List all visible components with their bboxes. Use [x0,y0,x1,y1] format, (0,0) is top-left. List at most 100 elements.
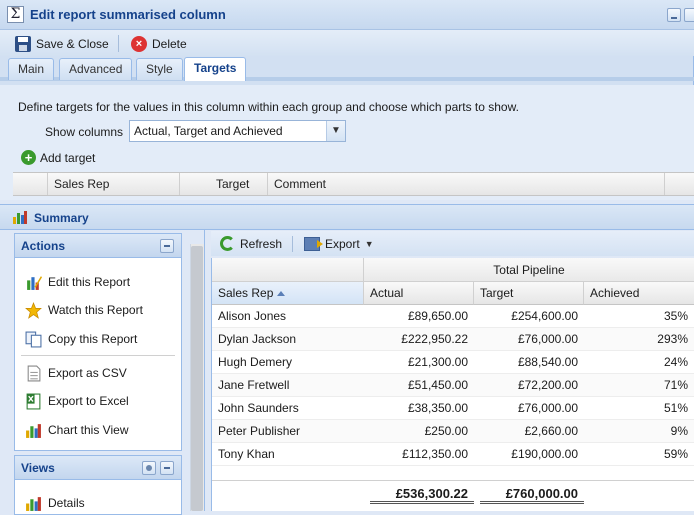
tab-main[interactable]: Main [8,58,55,80]
tab-style[interactable]: Style [136,58,183,80]
dialog-titlebar[interactable]: Σ Edit report summarised column [0,0,694,30]
save-disk-icon [15,35,31,52]
collapse-icon[interactable] [160,461,174,475]
cell-target: £76,000.00 [517,401,578,415]
star-icon [25,301,42,319]
report-grid: Total Pipeline Sales Rep Actual Target A… [211,258,694,511]
targets-col-sales-rep[interactable]: Sales Rep [48,173,180,195]
cell-achieved: 35% [663,309,688,323]
export-button[interactable]: Export ▼ [301,233,377,254]
views-panel: Views Details [14,455,182,515]
chart-icon [26,423,41,438]
copy-icon [25,331,42,347]
targets-grid-header: Sales Rep Target Comment [13,172,694,196]
show-columns-value: Actual, Target and Achieved [134,124,283,138]
gear-icon[interactable] [142,461,156,475]
cell-actual: £222,950.22 [401,332,468,346]
cell-target: £72,200.00 [517,378,578,392]
cell-sales-rep: Peter Publisher [218,424,301,438]
cell-achieved: 71% [663,378,688,392]
cell-target: £88,540.00 [517,355,578,369]
toolbar-separator [118,35,119,52]
sidebar-scroll-thumb[interactable] [191,246,203,511]
add-target-button[interactable]: + Add target [21,150,95,165]
refresh-button[interactable]: Refresh [217,233,285,254]
delete-button[interactable]: × Delete [128,33,190,54]
collapse-icon[interactable] [160,239,174,253]
cell-target: £76,000.00 [517,332,578,346]
action-copy-report[interactable]: Copy this Report [25,329,137,349]
cell-actual: £51,450.00 [407,378,468,392]
group-header-total-pipeline: Total Pipeline [364,258,694,282]
save-close-label: Save & Close [36,36,109,51]
targets-col-target[interactable]: Target [180,173,268,195]
grid-toolbar: Refresh Export ▼ [211,231,694,256]
view-details[interactable]: Details [25,493,85,513]
actions-panel: Actions Edit this Report Watch this Repo… [14,233,182,451]
action-label: Edit this Report [48,275,131,289]
table-row[interactable]: Hugh Demery £21,300.00 £88,540.00 24% [212,351,694,374]
cell-sales-rep: Jane Fretwell [218,378,290,392]
column-header-target[interactable]: Target [474,282,584,305]
cell-sales-rep: Hugh Demery [218,355,293,369]
action-label: Watch this Report [48,303,143,317]
cell-actual: £112,350.00 [402,447,468,461]
add-icon: + [21,150,36,165]
targets-description: Define targets for the values in this co… [18,100,519,114]
table-row[interactable]: John Saunders £38,350.00 £76,000.00 51% [212,397,694,420]
action-edit-report[interactable]: Edit this Report [25,272,130,292]
table-row[interactable]: Peter Publisher £250.00 £2,660.00 9% [212,420,694,443]
targets-col-comment[interactable]: Comment [268,173,665,195]
column-header-sales-rep[interactable]: Sales Rep [212,282,364,305]
views-title: Views [21,461,55,475]
table-row[interactable]: Jane Fretwell £51,450.00 £72,200.00 71% [212,374,694,397]
actions-panel-header[interactable]: Actions [15,234,181,258]
action-export-excel[interactable]: Export to Excel [25,391,129,411]
close-icon[interactable] [684,8,694,22]
cell-sales-rep: Tony Khan [218,447,275,461]
table-row[interactable]: Tony Khan £112,350.00 £190,000.00 59% [212,443,694,466]
group-header-spacer [212,258,364,282]
chevron-down-icon: ▼ [364,238,374,249]
totals-row: £536,300.22 £760,000.00 [212,480,694,506]
action-watch-report[interactable]: Watch this Report [25,300,143,320]
edit-report-icon [27,275,42,290]
tab-targets[interactable]: Targets [184,57,247,81]
delete-label: Delete [152,36,187,51]
action-label: Export to Excel [48,394,129,408]
minimize-icon[interactable] [667,8,681,22]
total-target: £760,000.00 [480,484,584,504]
table-row[interactable]: Dylan Jackson £222,950.22 £76,000.00 293… [212,328,694,351]
cell-sales-rep: Alison Jones [218,309,287,323]
save-close-button[interactable]: Save & Close [12,33,112,54]
refresh-icon [220,236,235,251]
report-header: Summary [0,204,694,230]
excel-icon [26,393,41,409]
column-header-label: Sales Rep [218,286,274,300]
show-columns-select[interactable]: Actual, Target and Achieved ▼ [129,120,346,142]
views-panel-header[interactable]: Views [15,456,181,480]
cell-sales-rep: John Saunders [218,401,299,415]
action-label: Export as CSV [48,366,127,380]
cell-achieved: 59% [663,447,688,461]
cell-sales-rep: Dylan Jackson [218,332,297,346]
action-chart-view[interactable]: Chart this View [25,420,128,440]
action-export-csv[interactable]: Export as CSV [25,363,127,383]
column-header-achieved[interactable]: Achieved [584,282,694,305]
add-target-label: Add target [40,150,96,165]
cell-target: £2,660.00 [524,424,578,438]
chevron-down-icon[interactable]: ▼ [326,121,345,141]
csv-icon [27,365,41,381]
show-columns-label: Show columns [45,125,124,139]
cell-actual: £21,300.00 [407,355,468,369]
report-title: Summary [34,211,89,225]
column-header-actual[interactable]: Actual [364,282,474,305]
actions-title: Actions [21,239,66,253]
cell-target: £190,000.00 [511,447,578,461]
table-row[interactable]: Alison Jones £89,650.00 £254,600.00 35% [212,305,694,328]
toolbar-separator [292,236,293,252]
details-icon [26,496,41,511]
tab-advanced[interactable]: Advanced [59,58,133,80]
cell-achieved: 51% [663,401,688,415]
actions-divider [21,355,175,356]
